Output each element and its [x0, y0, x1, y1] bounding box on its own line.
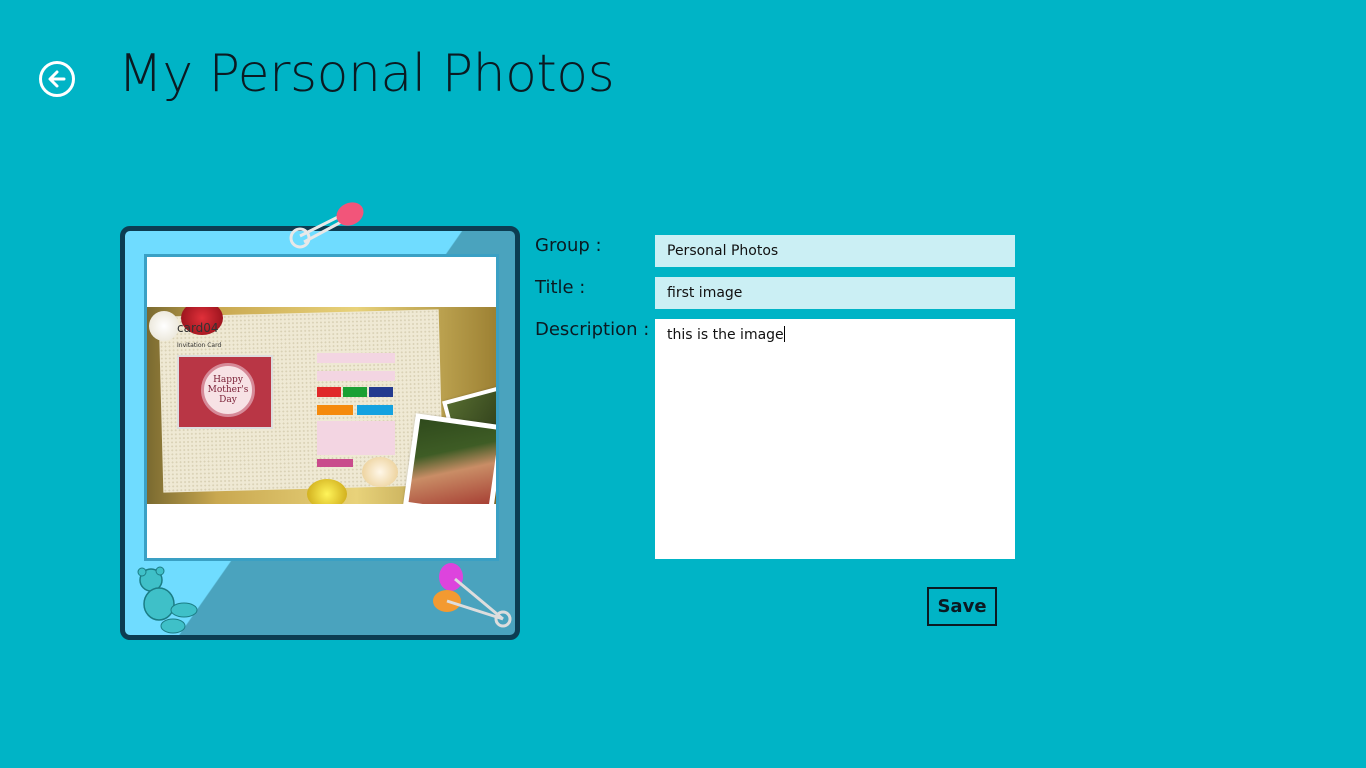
photo-image[interactable]: card04 Invitation Card Happy Mother's Da…	[147, 307, 496, 504]
color-tile	[369, 387, 393, 397]
title-label: Title :	[535, 277, 586, 298]
card-heading: card04	[177, 321, 219, 335]
mini-textarea	[317, 421, 395, 455]
mini-button	[317, 459, 353, 467]
photo-frame: card04 Invitation Card Happy Mother's Da…	[120, 226, 520, 640]
color-tile	[317, 387, 341, 397]
back-button[interactable]	[39, 61, 75, 97]
back-arrow-icon	[48, 70, 66, 88]
flower-decoration	[307, 479, 347, 504]
flower-decoration	[149, 311, 179, 341]
safety-pin-icon	[433, 563, 512, 628]
mini-field	[317, 371, 395, 381]
flower-decoration	[362, 457, 398, 487]
group-field[interactable]	[655, 235, 1015, 267]
mothers-day-badge: Happy Mother's Day	[177, 355, 273, 429]
teddy-bear-icon	[137, 566, 198, 634]
badge-text: Happy Mother's Day	[201, 363, 255, 417]
title-field[interactable]	[655, 277, 1015, 309]
color-tile	[343, 387, 367, 397]
group-label: Group :	[535, 235, 602, 256]
description-field[interactable]: this is the image	[655, 319, 1015, 559]
card-subheading: Invitation Card	[177, 342, 222, 349]
text-caret	[783, 326, 785, 342]
description-label: Description :	[535, 319, 650, 340]
photo-snapshot-family	[402, 413, 496, 504]
safety-pin-top-icon	[289, 202, 364, 249]
color-tile	[317, 405, 353, 415]
save-button[interactable]: Save	[927, 587, 997, 626]
photo-mat: card04 Invitation Card Happy Mother's Da…	[144, 254, 499, 561]
color-tile	[357, 405, 393, 415]
description-text: this is the image	[667, 327, 784, 343]
page-title: My Personal Photos	[118, 44, 615, 104]
mini-field	[317, 353, 395, 363]
